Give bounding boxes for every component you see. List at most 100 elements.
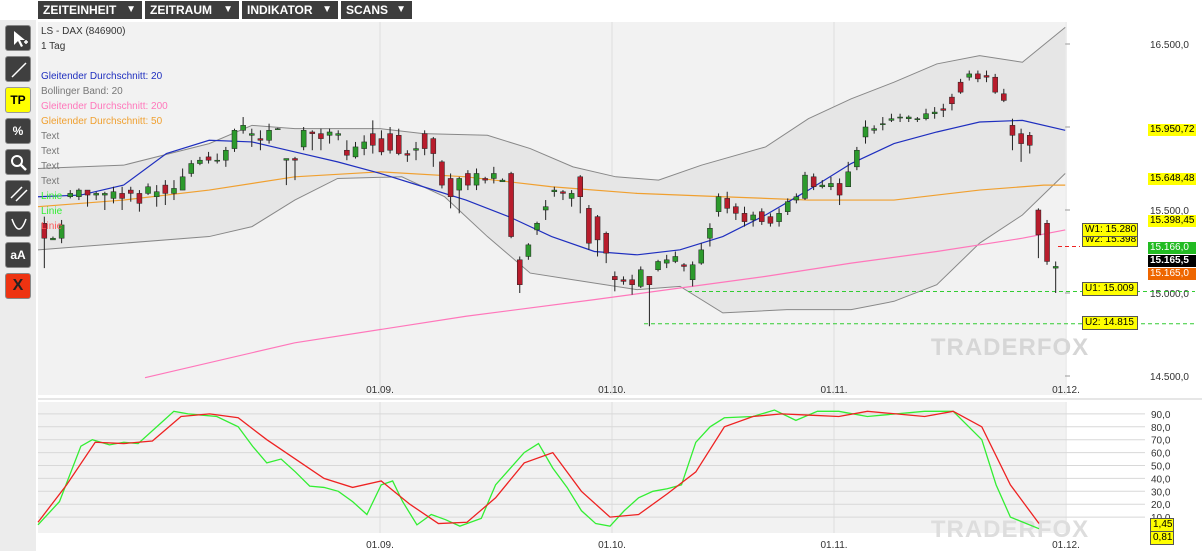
legend-item[interactable]: Linie (41, 204, 62, 219)
candle-body (421, 133, 428, 149)
candle-body (828, 183, 834, 188)
candle-body (1018, 133, 1024, 144)
candle-body (300, 130, 307, 148)
candle-body (681, 264, 687, 267)
candle-body (1009, 125, 1016, 136)
candle-body (128, 189, 134, 194)
candle-body (473, 173, 480, 186)
legend-item[interactable]: Text (41, 144, 59, 159)
candle-body (344, 149, 350, 156)
candle-body (810, 176, 817, 188)
date-tick-label: 01.10. (598, 385, 626, 396)
candle-body (966, 73, 972, 78)
level-label[interactable]: U1: 15.009 (1082, 282, 1138, 296)
osc-tick-label: 70,0 (1151, 436, 1171, 447)
level-label[interactable]: U2: 14.815 (1082, 316, 1138, 330)
candle-body (888, 118, 895, 121)
candle-body (482, 178, 488, 181)
candle-body (326, 131, 333, 136)
oscillator-value-label: 1,45 (1150, 518, 1174, 532)
legend-item[interactable]: Gleitender Durchschnitt: 20 (41, 69, 162, 84)
candle-body (707, 228, 713, 239)
price-value-label: 15.648,48 (1148, 173, 1196, 185)
level-label[interactable]: W1: 15.280 (1082, 223, 1138, 237)
candle-body (516, 259, 523, 285)
candle-body (733, 206, 739, 214)
candle-body (568, 193, 575, 199)
candle-body (413, 148, 419, 151)
legend-item[interactable]: Text (41, 174, 59, 189)
date-tick-label: 01.11. (820, 540, 847, 551)
date-tick-label: 01.09. (366, 540, 394, 551)
candle-body (560, 191, 566, 194)
date-tick-label: 01.12. (1052, 385, 1080, 396)
candle-body (447, 178, 454, 197)
price-tick-label: 16.500,0 (1150, 40, 1189, 51)
price-tick-label: 15.000,0 (1150, 289, 1189, 300)
candle-body (67, 193, 74, 197)
candle-body (110, 191, 117, 199)
candle-body (542, 206, 549, 211)
chart-timeframe: 1 Tag (41, 41, 66, 52)
candle-body (499, 179, 506, 183)
candle-body (136, 193, 143, 204)
candle-body (257, 138, 264, 141)
candle-body (759, 211, 765, 222)
legend-item[interactable]: Gleitender Durchschnitt: 50 (41, 114, 162, 129)
candle-body (767, 216, 774, 224)
candle-body (612, 276, 618, 280)
candle-body (741, 213, 748, 222)
oscillator-panel-bg (38, 402, 1065, 533)
legend-item[interactable]: Text (41, 159, 59, 174)
legend-item[interactable]: Linie (41, 189, 62, 204)
candle-body (508, 173, 514, 237)
candle-body (750, 214, 756, 221)
candle-body (318, 133, 324, 139)
candle-body (638, 269, 644, 287)
candle-body (975, 73, 981, 80)
candle-body (715, 196, 722, 212)
price-value-label: 15.165,0 (1148, 268, 1196, 280)
candle-body (153, 191, 160, 197)
candle-body (672, 256, 679, 262)
candle-body (905, 116, 912, 119)
price-value-label: 15.950,72 (1148, 124, 1196, 136)
candle-body (923, 113, 929, 119)
osc-axis-bg (1065, 402, 1202, 533)
date-tick-label: 01.11. (820, 385, 847, 396)
candle-body (223, 149, 229, 161)
candle-body (274, 128, 281, 130)
candle-body (845, 171, 851, 188)
candle-body (309, 131, 316, 134)
candle-body (819, 184, 826, 188)
date-tick-label: 01.09. (366, 385, 394, 396)
candle-body (370, 133, 376, 146)
candle-body (802, 174, 808, 199)
candle-body (983, 75, 990, 78)
candle-body (698, 249, 705, 264)
chart-canvas[interactable]: 01.09. 01.09. 01.10. 01.10. 01.11. 01.11. 01.1… (0, 0, 1202, 551)
candle-body (776, 213, 782, 222)
osc-tick-label: 30,0 (1151, 487, 1171, 498)
candle-body (240, 125, 246, 131)
candle-body (404, 153, 411, 156)
candle-body (84, 189, 91, 196)
candle-body (1052, 266, 1059, 269)
candle-body (992, 76, 998, 93)
candle-body (378, 138, 385, 153)
legend-item[interactable]: Text (41, 129, 59, 144)
candle-body (179, 176, 186, 191)
candle-body (439, 161, 445, 186)
candle-body (594, 216, 601, 241)
legend-item[interactable]: Linie (41, 219, 62, 234)
candle-body (949, 96, 955, 105)
price-tick-label: 14.500,0 (1150, 372, 1189, 383)
legend-item[interactable]: Bollinger Band: 20 (41, 84, 123, 99)
candle-body (93, 193, 99, 196)
legend-item[interactable]: Gleitender Durchschnitt: 200 (41, 99, 168, 114)
candle-body (456, 178, 462, 191)
candle-body (119, 193, 125, 199)
candle-body (188, 163, 195, 174)
candle-body (880, 123, 886, 125)
osc-tick-label: 60,0 (1151, 449, 1171, 460)
